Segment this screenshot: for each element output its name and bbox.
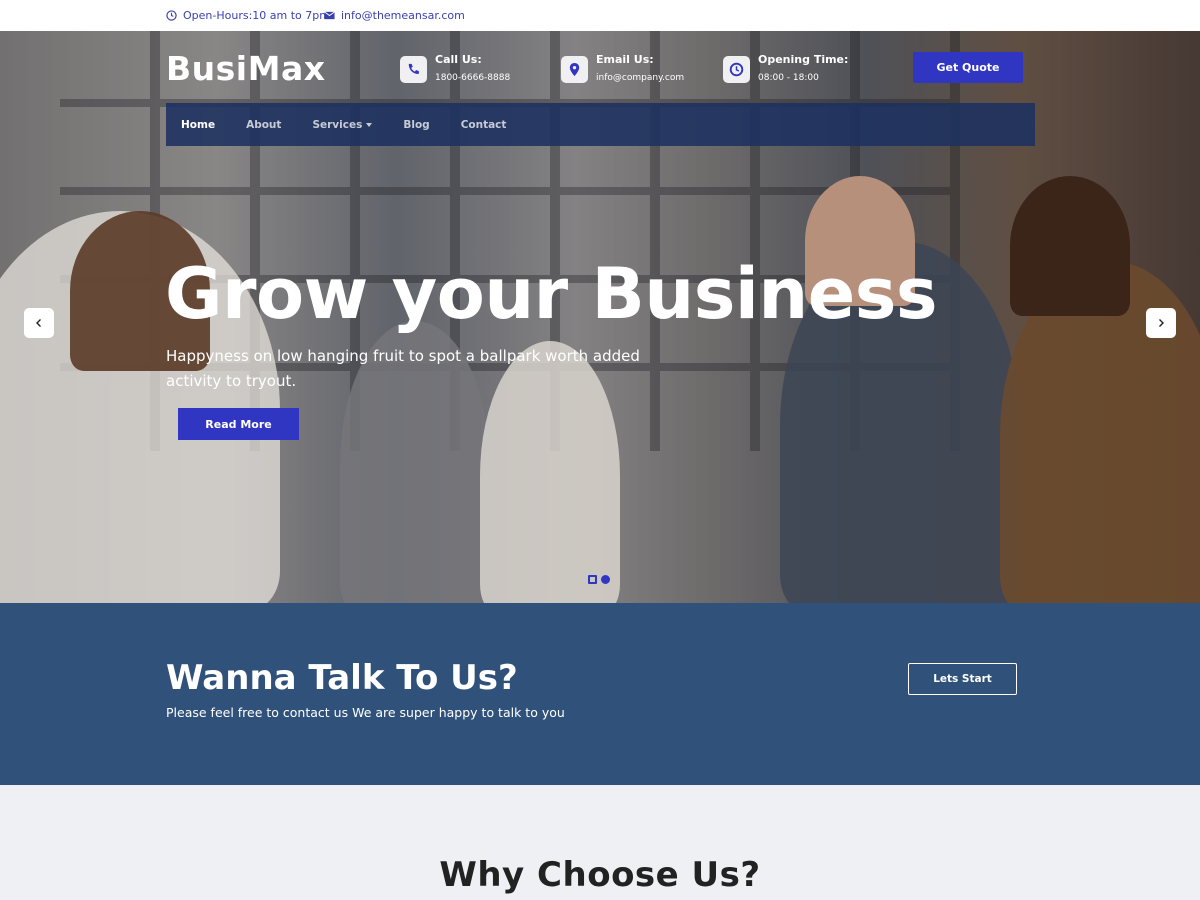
cta-title: Wanna Talk To Us? — [166, 658, 518, 698]
hero-subtitle: Happyness on low hanging fruit to spot a… — [166, 347, 640, 390]
nav-item-services-label: Services — [312, 118, 363, 131]
slider-dots — [588, 575, 610, 584]
cta-subtitle: Please feel free to contact us We are su… — [166, 705, 565, 720]
contact-opening-value: 08:00 - 18:00 — [758, 73, 819, 83]
hero-photo-person — [1010, 176, 1130, 316]
envelope-icon — [324, 11, 335, 20]
chevron-left-icon — [36, 319, 41, 327]
nav-item-home[interactable]: Home — [181, 119, 215, 131]
contact-call-value: 1800-6666-8888 — [435, 73, 511, 83]
slider-dot[interactable] — [601, 575, 610, 584]
location-pin-icon — [561, 56, 588, 83]
slider-prev-button[interactable] — [24, 308, 54, 338]
contact-opening: Opening Time: 08:00 - 18:00 — [723, 53, 848, 83]
lets-start-button[interactable]: Lets Start — [908, 663, 1017, 695]
slider-next-button[interactable] — [1146, 308, 1176, 338]
contact-call-title: Call Us: — [435, 53, 482, 66]
contact-call: Call Us: 1800-6666-8888 — [400, 53, 510, 83]
top-email[interactable]: info@themeansar.com — [324, 9, 465, 22]
nav-item-contact[interactable]: Contact — [461, 119, 507, 131]
read-more-button[interactable]: Read More — [178, 408, 299, 440]
top-email-text[interactable]: info@themeansar.com — [341, 9, 465, 22]
site-logo[interactable]: BusiMax — [166, 49, 326, 88]
contact-email: Email Us: info@company.com — [561, 53, 684, 83]
clock-icon — [723, 56, 750, 83]
contact-email-title: Email Us: — [596, 53, 654, 66]
contact-email-value: info@company.com — [596, 73, 685, 83]
nav-item-services[interactable]: Services — [312, 118, 373, 131]
get-quote-button[interactable]: Get Quote — [913, 52, 1023, 83]
hero-slider: BusiMax Call Us: 1800-6666-8888 Email Us… — [0, 31, 1200, 603]
top-info-bar: Open-Hours:10 am to 7pm info@themeansar.… — [0, 0, 1200, 31]
nav-item-blog[interactable]: Blog — [403, 119, 429, 131]
why-choose-title: Why Choose Us? — [439, 855, 761, 895]
nav-item-about[interactable]: About — [246, 119, 281, 131]
open-hours-text: Open-Hours:10 am to 7pm — [183, 9, 330, 22]
main-nav: Home About Services Blog Contact — [166, 103, 1035, 146]
slider-dot[interactable] — [588, 575, 597, 584]
open-hours: Open-Hours:10 am to 7pm — [166, 9, 330, 22]
why-choose-section: Why Choose Us? — [0, 785, 1200, 900]
contact-cta-section: Wanna Talk To Us? Please feel free to co… — [0, 603, 1200, 785]
clock-icon — [166, 10, 177, 21]
hero-title: Grow your Business — [165, 253, 938, 335]
contact-opening-title: Opening Time: — [758, 53, 849, 66]
chevron-right-icon — [1159, 319, 1164, 327]
caret-down-icon — [366, 122, 373, 127]
phone-icon — [400, 56, 427, 83]
